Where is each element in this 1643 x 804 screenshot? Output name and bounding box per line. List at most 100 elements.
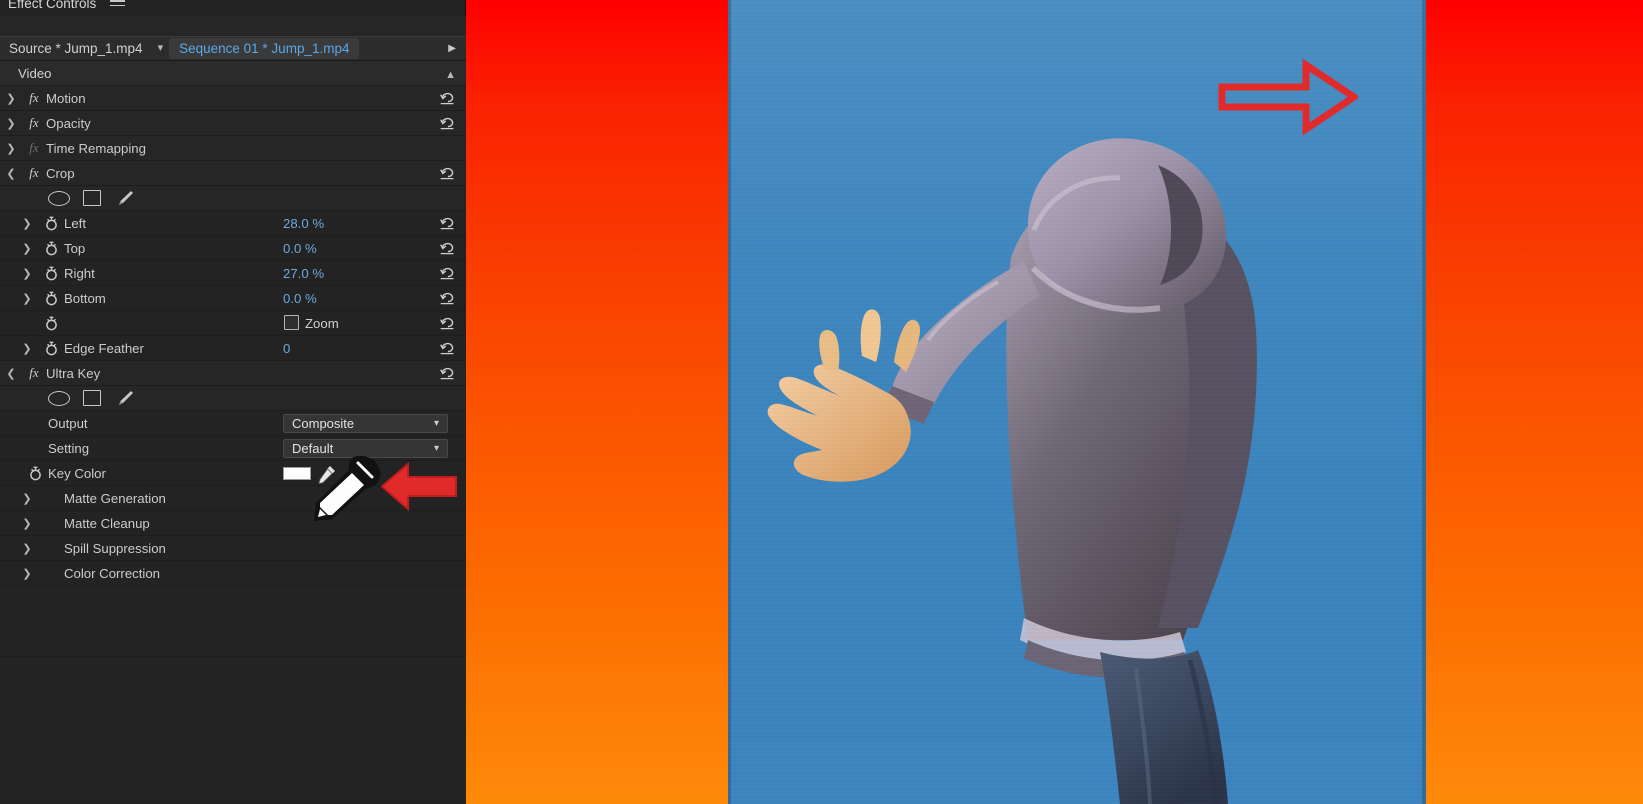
pen-mask-icon[interactable]	[114, 389, 134, 407]
reset-icon[interactable]	[439, 90, 456, 107]
chevron-right-icon[interactable]: ❯	[16, 492, 38, 505]
reset-icon[interactable]	[439, 115, 456, 132]
ellipse-mask-icon[interactable]	[48, 190, 70, 206]
param-row-matte-cleanup[interactable]: ❯ Matte Cleanup	[0, 511, 466, 536]
effect-row-opacity[interactable]: ❯ fx Opacity	[0, 111, 466, 136]
param-value[interactable]: 0.0 %	[283, 241, 317, 256]
group-video-label: Video	[18, 65, 52, 81]
clip-selector-bar[interactable]: Source * Jump_1.mp4 ▾ Sequence 01 * Jump…	[0, 36, 466, 61]
chevron-right-icon[interactable]: ❯	[0, 117, 22, 130]
stopwatch-icon[interactable]	[22, 466, 48, 481]
param-row-zoom[interactable]: Zoom	[0, 311, 466, 336]
output-dropdown-value: Composite	[292, 416, 355, 431]
reset-icon[interactable]	[439, 315, 456, 332]
fx-icon: fx	[29, 165, 39, 180]
ellipse-mask-icon[interactable]	[48, 390, 70, 406]
chevron-right-icon[interactable]: ❯	[0, 92, 22, 105]
param-label: Bottom	[64, 290, 106, 306]
param-label: Spill Suppression	[64, 540, 166, 556]
setting-dropdown-value: Default	[292, 441, 334, 456]
play-triangle-icon[interactable]: ▶	[448, 43, 456, 54]
chevron-down-icon: ▾	[433, 443, 439, 454]
param-label: Setting	[48, 440, 90, 456]
chevron-right-icon[interactable]: ❯	[16, 292, 38, 305]
param-row-right[interactable]: ❯ Right 27.0 %	[0, 261, 466, 286]
param-label: Matte Generation	[64, 490, 166, 506]
stopwatch-icon[interactable]	[38, 216, 64, 231]
reset-icon[interactable]	[439, 340, 456, 357]
chevron-right-icon[interactable]: ❯	[16, 542, 38, 555]
reset-icon[interactable]	[439, 215, 456, 232]
clip-left-edge	[728, 0, 731, 804]
fx-icon: fx	[29, 90, 39, 105]
eyedropper-cursor	[314, 455, 381, 521]
stopwatch-icon[interactable]	[38, 266, 64, 281]
program-monitor[interactable]	[466, 0, 1643, 804]
stopwatch-icon[interactable]	[38, 241, 64, 256]
param-row-edge-feather[interactable]: ❯ Edge Feather 0	[0, 336, 466, 361]
tab-sequence-clip[interactable]: Sequence 01 * Jump_1.mp4	[169, 38, 360, 59]
param-row-setting[interactable]: Setting Default ▾	[0, 436, 466, 461]
chevron-right-icon[interactable]: ❯	[16, 217, 38, 230]
param-label: Color Correction	[64, 565, 161, 581]
param-value[interactable]: 28.0 %	[283, 216, 324, 231]
stopwatch-icon[interactable]	[38, 316, 64, 331]
param-value[interactable]: 27.0 %	[283, 266, 324, 281]
group-video[interactable]: Video ▲	[0, 61, 466, 86]
param-row-top[interactable]: ❯ Top 0.0 %	[0, 236, 466, 261]
param-label: Output	[48, 415, 88, 431]
stopwatch-icon[interactable]	[38, 341, 64, 356]
param-label: Top	[64, 240, 86, 256]
param-label: Left	[64, 215, 86, 231]
effect-controls-panel[interactable]: Effect Controls Source * Jump_1.mp4 ▾ Se…	[0, 0, 466, 804]
param-row-color-correction[interactable]: ❯ Color Correction	[0, 561, 466, 586]
tab-source-clip[interactable]: Source * Jump_1.mp4	[0, 36, 152, 61]
effect-row-ultra-key[interactable]: ❮ fx Ultra Key	[0, 361, 466, 386]
effect-row-time-remapping[interactable]: ❯ fx Time Remapping	[0, 136, 466, 161]
crop-mask-tools[interactable]	[0, 186, 466, 211]
stopwatch-icon[interactable]	[38, 291, 64, 306]
param-value[interactable]: 0	[283, 341, 290, 356]
chevron-right-icon[interactable]: ❯	[16, 267, 38, 280]
effect-label: Ultra Key	[46, 365, 101, 381]
annotation-arrow-left	[380, 461, 457, 512]
clip-right-edge	[1422, 0, 1426, 804]
chevron-right-icon[interactable]: ❯	[16, 567, 38, 580]
chevron-down-icon[interactable]: ❮	[0, 167, 22, 180]
param-row-spill-suppression[interactable]: ❯ Spill Suppression	[0, 536, 466, 561]
effects-scroll-area[interactable]: Video ▲ ❯ fx Motion ❯ fx Opacity ❯ fx Ti…	[0, 61, 466, 804]
param-row-output[interactable]: Output Composite ▾	[0, 411, 466, 436]
chevron-right-icon[interactable]: ❯	[16, 242, 38, 255]
pen-mask-icon[interactable]	[114, 189, 134, 207]
fx-icon: fx	[29, 365, 39, 380]
zoom-checkbox[interactable]	[284, 315, 299, 330]
chevron-right-icon[interactable]: ❯	[0, 142, 22, 155]
panel-topbar	[0, 16, 466, 36]
effect-row-motion[interactable]: ❯ fx Motion	[0, 86, 466, 111]
chevron-right-icon[interactable]: ❯	[16, 517, 38, 530]
rectangle-mask-icon[interactable]	[83, 390, 101, 406]
param-value[interactable]: 0.0 %	[283, 291, 317, 306]
param-row-left[interactable]: ❯ Left 28.0 %	[0, 211, 466, 236]
reset-icon[interactable]	[439, 265, 456, 282]
param-label: Matte Cleanup	[64, 515, 150, 531]
rectangle-mask-icon[interactable]	[83, 190, 101, 206]
chevron-right-icon[interactable]: ❯	[16, 342, 38, 355]
effect-row-crop[interactable]: ❮ fx Crop	[0, 161, 466, 186]
chevron-up-icon[interactable]: ▲	[445, 69, 456, 81]
hamburger-icon[interactable]	[110, 0, 126, 9]
chevron-down-icon[interactable]: ❮	[0, 367, 22, 380]
output-dropdown[interactable]: Composite ▾	[283, 414, 448, 433]
reset-icon[interactable]	[439, 290, 456, 307]
chevron-down-icon[interactable]: ▾	[152, 36, 170, 61]
reset-icon[interactable]	[439, 240, 456, 257]
reset-icon[interactable]	[439, 365, 456, 382]
screen-root: Effect Controls Source * Jump_1.mp4 ▾ Se…	[0, 0, 1643, 804]
param-label: Edge Feather	[64, 340, 144, 356]
param-row-bottom[interactable]: ❯ Bottom 0.0 %	[0, 286, 466, 311]
ultrakey-mask-tools[interactable]	[0, 386, 466, 411]
fx-icon: fx	[29, 115, 39, 130]
reset-icon[interactable]	[439, 165, 456, 182]
panel-title-text: Effect Controls	[8, 0, 97, 11]
zoom-checkbox-label: Zoom	[305, 315, 339, 331]
